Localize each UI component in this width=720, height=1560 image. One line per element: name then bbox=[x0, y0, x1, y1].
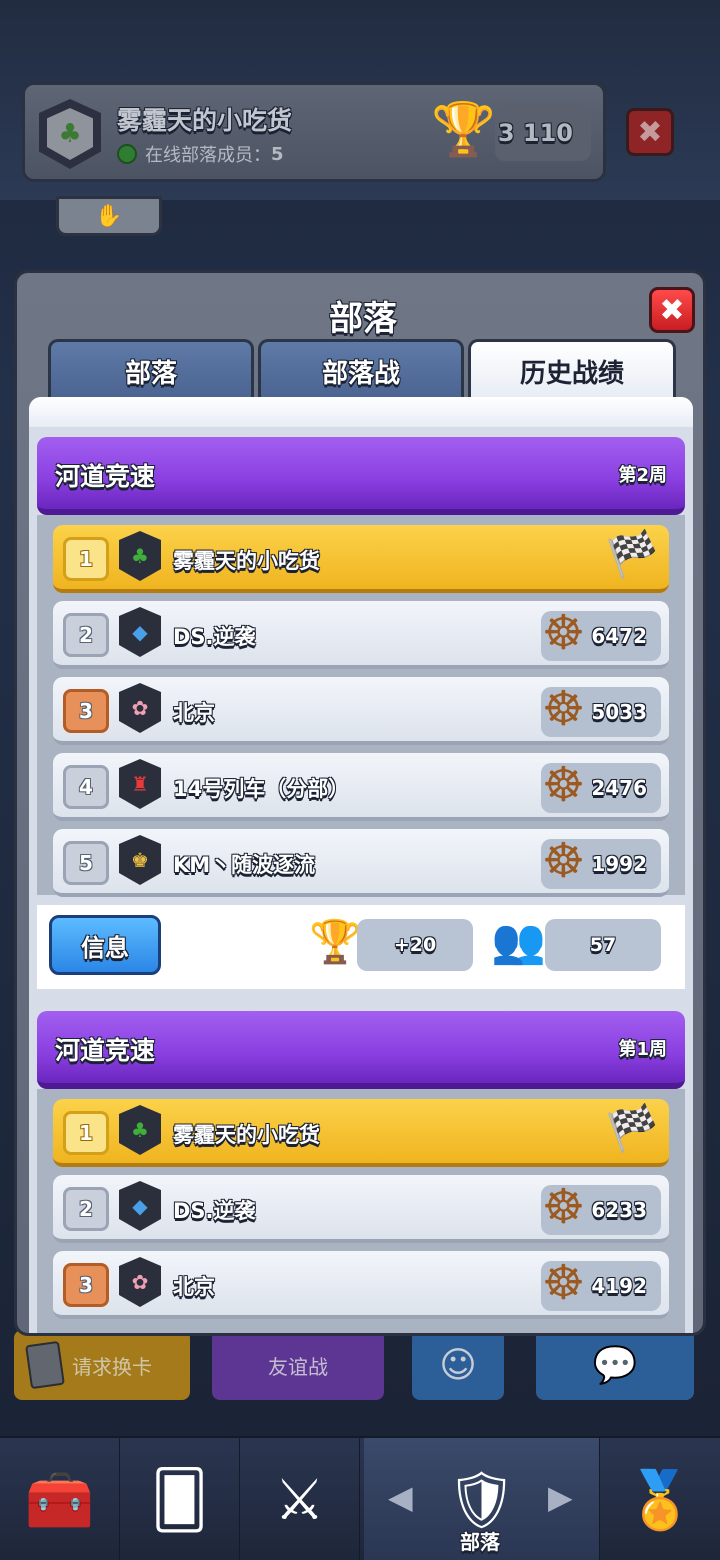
week-section: 河道竞速 第1周 1 ♣ 雾霾天的小吃货 🏁 2 ◆ DS.逆袭 6233 ☸ … bbox=[37, 1011, 685, 1333]
clan-name: 雾霾天的小吃货 bbox=[173, 1123, 320, 1147]
online-members: 在线部落成员： 5 bbox=[117, 141, 284, 167]
week-number: 第2周 bbox=[618, 465, 667, 486]
tab-clan[interactable]: 部落 bbox=[48, 339, 254, 401]
nav-battle[interactable]: ⚔ bbox=[240, 1438, 360, 1560]
tower-badge-icon: ♜ bbox=[119, 759, 161, 809]
nav-left-arrow-icon[interactable]: ◀ bbox=[388, 1478, 413, 1516]
standing-row: 2 ◆ DS.逆袭 6472 ☸ bbox=[53, 601, 669, 669]
rank-badge: 1 bbox=[63, 1111, 109, 1155]
clan-name: DS.逆袭 bbox=[173, 1199, 256, 1223]
clan-name: 北京 bbox=[173, 1275, 215, 1299]
rank-badge: 2 bbox=[63, 1187, 109, 1231]
standing-row: 4 ♜ 14号列车（分部） 2476 ☸ bbox=[53, 753, 669, 821]
ship-wheel-icon: ☸ bbox=[541, 1179, 585, 1235]
request-cards-label: 请求换卡 bbox=[72, 1354, 152, 1379]
clan-modal: 部落 ✖ 部落 部落战 历史战绩 河道竞速 第2周 1 ♣ 雾霾天的小吃货 🏁 … bbox=[14, 270, 706, 1336]
tab-clan-war[interactable]: 部落战 bbox=[258, 339, 464, 401]
clan-name: 北京 bbox=[173, 701, 215, 725]
standing-row: 3 ✿ 北京 4192 ☸ bbox=[53, 1251, 669, 1319]
clan-shield-icon: 🛡 bbox=[445, 1468, 518, 1533]
rank-badge: 1 bbox=[63, 537, 109, 581]
blossom-badge-icon: ✿ bbox=[119, 1257, 161, 1307]
clan-summary-card: ♣ 雾霾天的小吃货 在线部落成员： 5 🏆 3 110 bbox=[22, 82, 606, 182]
ship-wheel-icon: ☸ bbox=[541, 1255, 585, 1311]
friendly-battle-button: 友谊战 bbox=[212, 1330, 384, 1400]
clan-trophies: 3 110 bbox=[495, 105, 591, 161]
nav-tournaments[interactable]: 🏅 bbox=[600, 1438, 720, 1560]
clan-name: 雾霾天的小吃货 bbox=[173, 549, 320, 573]
blossom-badge-icon: ✿ bbox=[119, 683, 161, 733]
rank-badge: 4 bbox=[63, 765, 109, 809]
clan-name: KM丶随波逐流 bbox=[173, 853, 316, 877]
participants-count: 57 bbox=[545, 919, 661, 971]
clan-badge: ♣ bbox=[39, 99, 101, 169]
modal-title: 部落 bbox=[329, 299, 397, 339]
nav-clan-label: 部落 bbox=[460, 1530, 500, 1554]
history-content[interactable]: 河道竞速 第2周 1 ♣ 雾霾天的小吃货 🏁 2 ◆ DS.逆袭 6472 ☸ … bbox=[29, 397, 693, 1333]
standing-row: 5 ♚ KM丶随波逐流 1992 ☸ bbox=[53, 829, 669, 897]
rank-badge: 3 bbox=[63, 1263, 109, 1307]
cards-icon: 🂠 bbox=[150, 1467, 209, 1533]
laurel-sword-icon: 🏅 bbox=[625, 1468, 695, 1533]
online-count: 5 bbox=[271, 143, 284, 165]
card-icon bbox=[25, 1340, 65, 1390]
trophy-icon: 🏆 bbox=[431, 100, 496, 160]
background-close-button: ✖ bbox=[626, 108, 674, 156]
crystal-badge-icon: ◆ bbox=[119, 1181, 161, 1231]
ship-wheel-icon: ☸ bbox=[541, 681, 585, 737]
week-banner: 河道竞速 第1周 bbox=[37, 1011, 685, 1089]
close-button[interactable]: ✖ bbox=[649, 287, 695, 333]
rank-badge: 2 bbox=[63, 613, 109, 657]
clan-name: 雾霾天的小吃货 bbox=[117, 106, 293, 135]
clan-gesture-tab: ✋ bbox=[56, 196, 162, 236]
standing-row: 3 ✿ 北京 5033 ☸ bbox=[53, 677, 669, 745]
crystal-badge-icon: ◆ bbox=[119, 607, 161, 657]
rank-badge: 3 bbox=[63, 689, 109, 733]
ship-wheel-icon: ☸ bbox=[541, 757, 585, 813]
standing-row: 1 ♣ 雾霾天的小吃货 🏁 bbox=[53, 525, 669, 593]
content-top-strip bbox=[29, 397, 693, 427]
week-info-bar: 信息 🏆 +20 👥 57 bbox=[37, 905, 685, 989]
nav-shop[interactable]: 🧰 bbox=[0, 1438, 120, 1560]
rank-badge: 5 bbox=[63, 841, 109, 885]
treasure-chest-icon: 🧰 bbox=[24, 1468, 95, 1533]
week-section: 河道竞速 第2周 1 ♣ 雾霾天的小吃货 🏁 2 ◆ DS.逆袭 6472 ☸ … bbox=[37, 437, 685, 997]
checkered-flag-icon: 🏁 bbox=[605, 527, 664, 583]
chat-bubble-icon: 💬 bbox=[592, 1345, 638, 1386]
week-title: 河道竞速 bbox=[55, 462, 156, 491]
tab-history[interactable]: 历史战绩 bbox=[468, 339, 676, 401]
week-title: 河道竞速 bbox=[55, 1036, 156, 1065]
crossed-swords-icon: ⚔ bbox=[274, 1467, 325, 1533]
emote-button: ☺ bbox=[412, 1330, 504, 1400]
smile-chat-icon: ☺ bbox=[439, 1344, 477, 1386]
info-button[interactable]: 信息 bbox=[49, 915, 161, 975]
nav-right-arrow-icon[interactable]: ▶ bbox=[548, 1478, 573, 1516]
chat-button: 💬 bbox=[536, 1330, 694, 1400]
king-badge-icon: ♚ bbox=[119, 835, 161, 885]
trophy-change: +20 bbox=[357, 919, 473, 971]
request-cards-button: 请求换卡 bbox=[14, 1330, 190, 1400]
online-label: 在线部落成员： bbox=[145, 145, 271, 166]
ship-wheel-icon: ☸ bbox=[541, 605, 585, 661]
clover-icon: ♣ bbox=[47, 108, 93, 160]
online-dot-icon bbox=[117, 144, 137, 164]
participants-icon: 👥 bbox=[491, 916, 546, 967]
clan-name: DS.逆袭 bbox=[173, 625, 256, 649]
close-icon: ✖ bbox=[659, 292, 685, 328]
standing-row: 2 ◆ DS.逆袭 6233 ☸ bbox=[53, 1175, 669, 1243]
clover-badge-icon: ♣ bbox=[119, 1105, 161, 1155]
clover-badge-icon: ♣ bbox=[119, 531, 161, 581]
ship-wheel-icon: ☸ bbox=[541, 833, 585, 889]
friendly-battle-label: 友谊战 bbox=[268, 1354, 328, 1379]
week-number: 第1周 bbox=[618, 1039, 667, 1060]
checkered-flag-icon: 🏁 bbox=[605, 1101, 664, 1157]
bottom-navigation: 🧰 🂠 ⚔ 🛡 🏅 bbox=[0, 1436, 720, 1560]
clan-name: 14号列车（分部） bbox=[173, 777, 350, 801]
week-banner: 河道竞速 第2周 bbox=[37, 437, 685, 515]
trophy-icon: 🏆 bbox=[309, 917, 362, 966]
nav-cards[interactable]: 🂠 bbox=[120, 1438, 240, 1560]
standing-row: 1 ♣ 雾霾天的小吃货 🏁 bbox=[53, 1099, 669, 1167]
